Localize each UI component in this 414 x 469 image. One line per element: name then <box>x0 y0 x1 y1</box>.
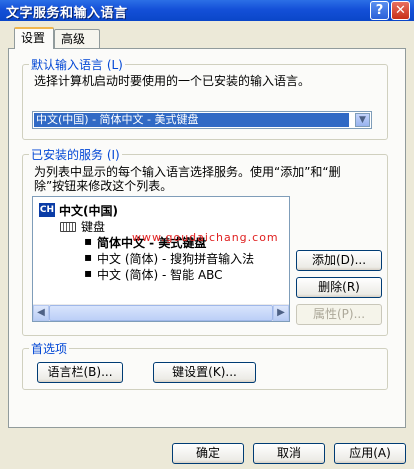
keyboard-node[interactable]: 键盘 <box>81 218 105 235</box>
tab-advanced[interactable]: 高级 <box>54 29 100 48</box>
service-item-3[interactable]: 中文 (简体) - 智能 ABC <box>97 266 223 283</box>
window-title: 文字服务和输入语言 <box>6 6 128 21</box>
service-item-bullet: ▪ <box>84 266 93 280</box>
close-button[interactable]: ✕ <box>391 1 410 20</box>
help-button[interactable]: ? <box>370 1 389 20</box>
keyboard-icon <box>60 222 76 232</box>
installed-services-title: 已安装的服务 (I) <box>29 146 122 163</box>
default-language-value: 中文(中国) - 简体中文 - 美式键盘 <box>34 113 349 127</box>
scroll-right-icon[interactable]: ▶ <box>273 305 289 321</box>
horizontal-scrollbar[interactable]: ◀ ▶ <box>33 304 289 321</box>
title-bar: 文字服务和输入语言 ? ✕ <box>0 0 414 21</box>
apply-button[interactable]: 应用(A) <box>334 443 406 464</box>
language-node[interactable]: 中文(中国) <box>59 202 118 219</box>
scroll-thumb[interactable] <box>49 305 273 321</box>
add-button[interactable]: 添加(D)... <box>296 250 382 271</box>
ok-button[interactable]: 确定 <box>172 443 244 464</box>
properties-button[interactable]: 属性(P)... <box>296 304 382 325</box>
services-list[interactable]: CH 中文(中国) 键盘 ▪ 简体中文 - 美式键盘 ▪ 中文 (简体) - 搜… <box>32 196 290 322</box>
chevron-down-icon[interactable]: ▼ <box>355 113 370 127</box>
language-bar-button[interactable]: 语言栏(B)... <box>37 362 123 383</box>
installed-services-description-2: 除”按钮来修改这个列表。 <box>34 179 173 193</box>
watermark: www.goudaichang.com <box>132 231 279 244</box>
language-badge-icon: CH <box>39 203 55 217</box>
tab-settings[interactable]: 设置 <box>14 27 54 49</box>
service-item-2[interactable]: 中文 (简体) - 搜狗拼音输入法 <box>97 250 254 267</box>
service-item-bullet: ▪ <box>84 234 93 248</box>
default-language-description: 选择计算机启动时要使用的一个已安装的输入语言。 <box>34 74 311 88</box>
default-language-title: 默认输入语言 (L) <box>29 56 125 73</box>
cancel-button[interactable]: 取消 <box>253 443 325 464</box>
service-item-bullet: ▪ <box>84 250 93 264</box>
scroll-left-icon[interactable]: ◀ <box>33 305 49 321</box>
preferences-title: 首选项 <box>29 340 70 357</box>
key-settings-button[interactable]: 键设置(K)... <box>153 362 256 383</box>
default-language-select[interactable]: 中文(中国) - 简体中文 - 美式键盘 ▼ <box>32 111 372 129</box>
remove-button[interactable]: 删除(R) <box>296 277 382 298</box>
